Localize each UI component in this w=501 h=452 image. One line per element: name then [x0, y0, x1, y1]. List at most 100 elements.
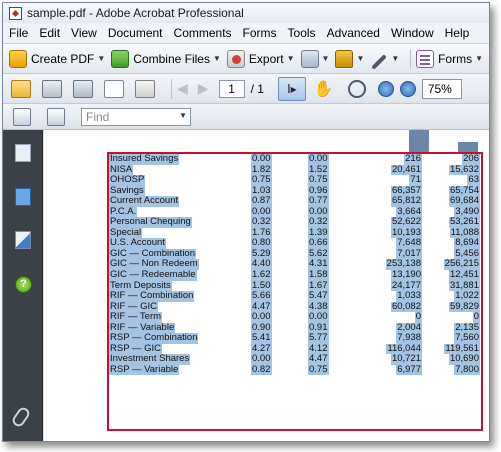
balance-previous-cell: 206: [462, 153, 480, 165]
export-label: Export: [248, 51, 284, 66]
selected-table[interactable]: Insured Savings 0.00 0.00 216 206 NISA 1.82 1.5…: [107, 152, 483, 431]
selection-column-highlight: [458, 142, 478, 152]
menu-view[interactable]: View: [71, 26, 97, 40]
attachments-icon[interactable]: [10, 405, 32, 429]
next-page-icon[interactable]: ▶: [198, 80, 209, 97]
menu-bar: File Edit View Document Comments Forms T…: [3, 23, 489, 44]
table-row[interactable]: OHOSP 0.75 0.75 71 63: [109, 175, 481, 186]
chevron-down-icon: ▼: [286, 54, 295, 63]
acrobat-app-icon: [9, 6, 22, 20]
table-row[interactable]: RIF — Combination 5.66 5.47 1,033 1,022: [109, 291, 481, 302]
meeting-icon: [300, 49, 319, 68]
zoom-in-icon[interactable]: [399, 80, 416, 97]
chevron-down-icon: ▼: [212, 54, 221, 63]
review-icon[interactable]: [135, 79, 155, 98]
combine-files-label: Combine Files: [133, 51, 210, 66]
select-text-tool-button[interactable]: I▸: [277, 76, 306, 101]
rate-current-cell: 1.62: [251, 269, 272, 281]
menu-advanced[interactable]: Advanced: [327, 26, 380, 40]
table-row[interactable]: RSP — Variable 0.82 0.75 6,977 7,800: [109, 363, 481, 376]
table-row[interactable]: NISA 1.82 1.52 20,461 15,632: [109, 164, 481, 176]
previous-page-icon[interactable]: ◀: [177, 80, 188, 97]
text-cursor-icon: I▸: [287, 81, 297, 96]
chevron-down-icon: ▼: [97, 54, 106, 63]
menu-help[interactable]: Help: [445, 26, 470, 40]
acrobat-window: sample.pdf - Adobe Acrobat Professional …: [2, 2, 490, 442]
menu-tools[interactable]: Tools: [288, 26, 316, 40]
zoom-level-field[interactable]: 75%: [421, 78, 462, 99]
toolbar-divider: [410, 48, 412, 69]
bookmarks-icon[interactable]: [15, 188, 31, 206]
menu-edit[interactable]: Edit: [39, 26, 60, 40]
balance-previous-cell: 12,451: [448, 269, 480, 281]
menu-document[interactable]: Document: [108, 26, 163, 40]
menu-window[interactable]: Window: [391, 26, 434, 40]
print-icon[interactable]: [42, 79, 62, 98]
table-row[interactable]: Insured Savings 0.00 0.00 216 206: [109, 153, 481, 165]
table-row[interactable]: Current Account 0.87 0.77 65,812 69,684: [109, 196, 481, 207]
chevron-down-icon: ▼: [356, 54, 365, 63]
lock-icon: [335, 49, 354, 68]
toolbar-divider: [171, 78, 172, 99]
forms-icon: [416, 49, 435, 68]
menu-file[interactable]: File: [9, 26, 28, 40]
document-view[interactable]: Insured Savings 0.00 0.00 216 206 NISA 1.82 1.5…: [44, 130, 489, 441]
help-icon[interactable]: ?: [15, 276, 32, 293]
page-total: / 1: [250, 81, 264, 96]
page-number-input[interactable]: 1: [218, 79, 245, 98]
hand-tool-icon[interactable]: ✋: [314, 79, 334, 98]
table-row[interactable]: RSP — Combination 5.41 5.77 7,938 7,560: [109, 333, 481, 344]
export-button[interactable]: Export ▼: [226, 49, 295, 68]
navigation-pane: ?: [3, 130, 43, 441]
rate-current-cell: 0.82: [251, 363, 272, 376]
combine-files-button[interactable]: Combine Files ▼: [111, 49, 221, 68]
row-label-cell: Insured Savings: [109, 153, 180, 165]
balance-current-cell: 13,190: [390, 269, 422, 281]
chevron-down-icon: ▼: [391, 54, 400, 63]
marquee-zoom-icon[interactable]: [347, 79, 366, 98]
balance-previous-cell: 7,800: [454, 363, 480, 376]
find-placeholder: Find: [86, 109, 110, 124]
pen-icon: [371, 53, 388, 70]
rate-current-cell: 0.00: [251, 153, 272, 165]
save-icon[interactable]: [73, 79, 93, 98]
sign-button[interactable]: ▼: [370, 53, 400, 70]
title-bar: sample.pdf - Adobe Acrobat Professional: [3, 3, 489, 23]
selection-column-highlight: [409, 130, 429, 152]
zoom-out-icon[interactable]: [377, 80, 394, 97]
table-row[interactable]: Personal Chequing 0.32 0.32 52,622 53,261: [109, 217, 481, 228]
row-label-cell: GIC — Redeemable: [109, 269, 197, 281]
forms-label: Forms: [438, 51, 473, 66]
combine-files-icon: [111, 49, 130, 68]
open-folder-icon[interactable]: [11, 79, 31, 98]
table-row[interactable]: RIF — GIC 4.47 4.38 60,082 59,829: [109, 301, 481, 313]
chevron-down-icon: ▼: [321, 54, 330, 63]
forms-button[interactable]: Forms ▼: [416, 49, 483, 68]
row-label-cell: RSP — Variable: [109, 363, 180, 376]
chevron-down-icon[interactable]: ▼: [179, 111, 187, 120]
chevron-down-icon: ▼: [475, 54, 483, 63]
create-pdf-label: Create PDF: [31, 51, 95, 66]
table-row[interactable]: GIC — Redeemable 1.62 1.58 13,190 12,451: [109, 269, 481, 281]
create-pdf-button[interactable]: Create PDF ▼: [9, 49, 106, 68]
window-title: sample.pdf - Adobe Acrobat Professional: [27, 6, 244, 20]
fit-width-icon[interactable]: [13, 107, 31, 126]
signatures-icon[interactable]: [15, 231, 31, 249]
tasks-toolbar: Create PDF ▼ Combine Files ▼ Export ▼ ▼ …: [3, 44, 489, 74]
balance-current-cell: 6,977: [396, 363, 422, 376]
rate-previous-cell: 1.58: [308, 269, 329, 281]
pages-icon[interactable]: [15, 144, 31, 162]
fit-page-icon[interactable]: [47, 107, 65, 126]
start-meeting-button[interactable]: ▼: [300, 49, 330, 68]
email-icon[interactable]: [104, 79, 124, 98]
find-input[interactable]: Find ▼: [81, 107, 191, 126]
secure-button[interactable]: ▼: [335, 49, 365, 68]
file-navigation-toolbar: ◀ ▶ 1 / 1 I▸ ✋ 75%: [3, 74, 489, 104]
rate-previous-cell: 0.00: [308, 153, 329, 165]
export-icon: [226, 49, 245, 68]
menu-comments[interactable]: Comments: [174, 26, 232, 40]
find-toolbar: Find ▼: [3, 104, 489, 130]
balance-current-cell: 216: [404, 153, 422, 165]
rate-previous-cell: 0.75: [308, 363, 329, 376]
menu-forms[interactable]: Forms: [243, 26, 277, 40]
